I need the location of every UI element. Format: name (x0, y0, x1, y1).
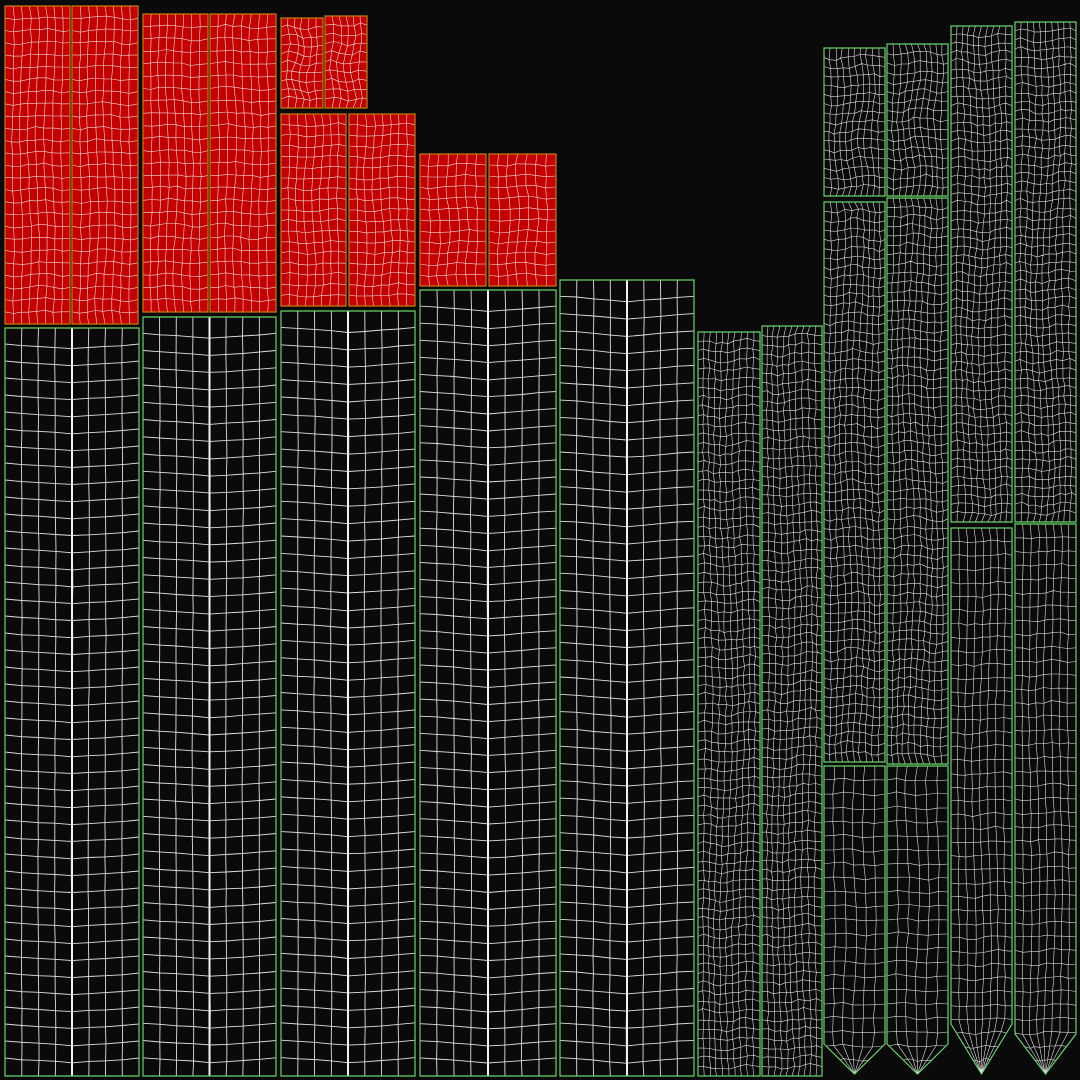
selected-uv-island[interactable] (324, 15, 368, 109)
selected-uv-island[interactable] (419, 153, 487, 287)
selected-uv-island[interactable] (348, 113, 416, 307)
selected-uv-island[interactable] (4, 5, 71, 325)
selected-uv-island[interactable] (488, 153, 557, 287)
selected-uv-island[interactable] (280, 113, 347, 307)
selected-uv-island[interactable] (71, 5, 139, 325)
selected-uv-island[interactable] (209, 13, 277, 313)
selected-uv-island[interactable] (142, 13, 209, 313)
island-fill (5, 6, 70, 324)
selected-uv-island[interactable] (280, 17, 324, 109)
uv-layout-canvas (0, 0, 1080, 1080)
